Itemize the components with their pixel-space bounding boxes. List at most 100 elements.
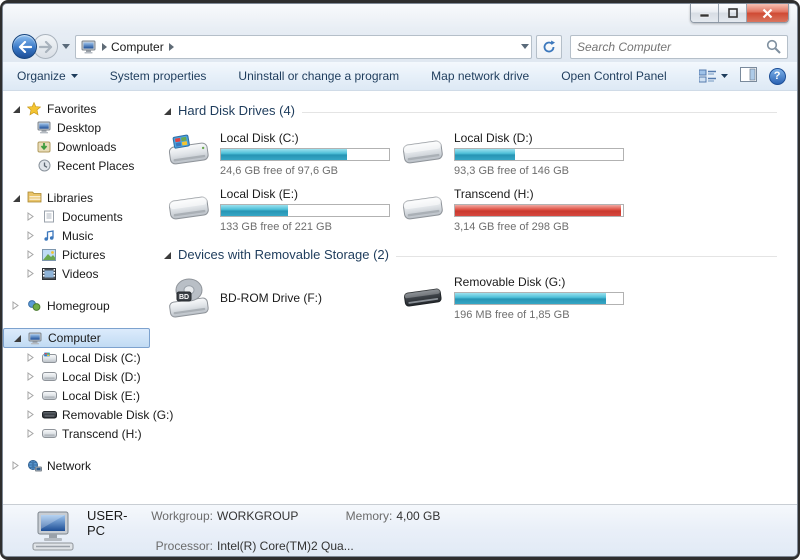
computer-icon — [32, 511, 74, 550]
system-properties-button[interactable]: System properties — [110, 69, 207, 83]
search-box — [570, 34, 788, 59]
workgroup-field: Workgroup: WORKGROUP — [143, 509, 298, 523]
address-bar[interactable]: Computer — [75, 34, 532, 59]
sidebar-item-label: Libraries — [47, 190, 94, 205]
expander-collapsed-icon[interactable] — [27, 410, 36, 419]
expander-collapsed-icon[interactable] — [27, 231, 36, 240]
preview-pane-icon — [739, 67, 757, 82]
section-rule — [395, 255, 777, 257]
expander-collapsed-icon[interactable] — [12, 301, 21, 310]
sidebar-item-removable-disk-g[interactable]: Removable Disk (G:) — [3, 405, 173, 424]
computer-name: USER-PC — [87, 508, 128, 538]
section-header-hard-disk-drives[interactable]: Hard Disk Drives (4) — [163, 103, 777, 118]
sidebar-item-recent-places[interactable]: Recent Places — [3, 156, 153, 175]
drive-item-local-disk-d[interactable]: Local Disk (D:) 93,3 GB free of 146 GB — [399, 130, 633, 177]
minimize-icon — [699, 13, 709, 17]
expander-collapsed-icon[interactable] — [27, 250, 36, 259]
section-header-removable-storage[interactable]: Devices with Removable Storage (2) — [163, 247, 777, 262]
drive-item-transcend-h[interactable]: Transcend (H:) 3,14 GB free of 298 GB — [399, 186, 633, 233]
sidebar-item-transcend-h[interactable]: Transcend (H:) — [3, 424, 153, 443]
capacity-bar-fill — [221, 205, 289, 216]
refresh-button[interactable] — [536, 34, 562, 59]
sidebar-item-label: Local Disk (E:) — [62, 388, 141, 403]
drive-capacity-caption: 24,6 GB free of 97,6 GB — [220, 165, 339, 177]
sidebar-item-local-disk-c[interactable]: Local Disk (C:) — [3, 348, 153, 367]
removable-drive-icon — [399, 274, 447, 318]
title-bar[interactable] — [3, 4, 797, 31]
sidebar-item-desktop[interactable]: Desktop — [3, 118, 153, 137]
close-icon — [762, 8, 773, 18]
sidebar-item-label: Pictures — [62, 247, 106, 262]
history-dropdown-icon[interactable] — [62, 44, 70, 49]
change-view-button[interactable] — [698, 69, 728, 84]
expander-expanded-icon[interactable] — [13, 334, 22, 342]
memory-value: 4,00 GB — [396, 509, 441, 523]
capacity-bar-fill — [455, 205, 622, 216]
expander-collapsed-icon[interactable] — [12, 461, 21, 470]
map-network-drive-button[interactable]: Map network drive — [431, 69, 529, 83]
sidebar-item-network[interactable]: Network — [3, 456, 153, 475]
capacity-bar — [454, 292, 624, 305]
sidebar-item-label: Local Disk (C:) — [62, 350, 141, 365]
sidebar-item-music[interactable]: Music — [3, 226, 153, 245]
sidebar-item-documents[interactable]: Documents — [3, 207, 153, 226]
expander-collapsed-icon[interactable] — [27, 429, 36, 438]
sidebar-item-label: Downloads — [57, 139, 117, 154]
expander-collapsed-icon[interactable] — [27, 269, 36, 278]
search-icon[interactable] — [766, 39, 781, 54]
breadcrumb-location[interactable]: Computer — [111, 40, 164, 54]
sidebar-item-favorites[interactable]: Favorites — [3, 99, 153, 118]
address-dropdown-icon[interactable] — [521, 44, 529, 49]
drive-name: Transcend (H:) — [454, 187, 534, 201]
minimize-button[interactable] — [691, 4, 719, 22]
sidebar-item-downloads[interactable]: Downloads — [3, 137, 153, 156]
sidebar-item-pictures[interactable]: Pictures — [3, 245, 153, 264]
expander-collapsed-icon[interactable] — [27, 391, 36, 400]
sidebar-item-videos[interactable]: Videos — [3, 264, 153, 283]
sidebar-item-libraries[interactable]: Libraries — [3, 188, 153, 207]
downloads-icon — [36, 139, 52, 154]
details-pane: USER-PC Workgroup: WORKGROUP Memory: 4,00 … — [3, 504, 797, 556]
sidebar-item-local-disk-d[interactable]: Local Disk (D:) — [3, 367, 153, 386]
memory-field: Memory: 4,00 GB — [334, 509, 441, 523]
sidebar-item-computer[interactable]: Computer — [3, 328, 150, 348]
preview-pane-button[interactable] — [739, 67, 757, 85]
favorites-star-icon — [26, 101, 42, 116]
drive-item-removable-disk-g[interactable]: Removable Disk (G:) 196 MB free of 1,85 … — [399, 274, 633, 321]
drive-item-local-disk-c[interactable]: Local Disk (C:) 24,6 GB free of 97,6 GB — [165, 130, 399, 177]
breadcrumb-chevron-icon[interactable] — [168, 42, 174, 51]
sidebar-item-label: Computer — [48, 331, 101, 345]
drive-name: Local Disk (E:) — [220, 187, 299, 201]
toolbar-item-label: System properties — [109, 69, 207, 83]
close-button[interactable] — [747, 4, 788, 22]
help-button[interactable]: ? — [768, 67, 786, 85]
expander-collapsed-icon[interactable] — [27, 212, 36, 221]
removable-drive-icon — [41, 407, 57, 422]
network-icon — [26, 458, 42, 473]
drive-item-bd-rom-f[interactable]: BD BD-ROM Drive (F:) — [165, 274, 399, 321]
sidebar-item-homegroup[interactable]: Homegroup — [3, 296, 153, 315]
toolbar-item-label: Uninstall or change a program — [238, 69, 400, 83]
expander-collapsed-icon[interactable] — [27, 353, 36, 362]
system-drive-icon — [165, 130, 213, 174]
sidebar-item-label: Favorites — [47, 101, 97, 116]
expander-collapsed-icon[interactable] — [27, 372, 36, 381]
back-button[interactable] — [12, 34, 37, 59]
maximize-button[interactable] — [719, 4, 747, 22]
search-input[interactable] — [577, 39, 766, 54]
drive-info: Removable Disk (G:) 196 MB free of 1,85 … — [454, 274, 626, 321]
open-control-panel-button[interactable]: Open Control Panel — [561, 69, 666, 83]
optical-drive-icon: BD — [165, 276, 213, 320]
libraries-icon — [26, 190, 42, 205]
organize-button[interactable]: Organize — [17, 69, 78, 83]
processor-label: Processor: — [155, 539, 213, 553]
uninstall-program-button[interactable]: Uninstall or change a program — [238, 69, 399, 83]
chevron-down-icon — [720, 74, 728, 78]
expander-expanded-icon[interactable] — [12, 194, 21, 202]
sidebar-item-local-disk-e[interactable]: Local Disk (E:) — [3, 386, 153, 405]
expander-expanded-icon[interactable] — [12, 105, 21, 113]
drive-capacity-caption: 93,3 GB free of 146 GB — [454, 165, 569, 177]
sidebar-item-label: Desktop — [57, 120, 102, 135]
items-view: Hard Disk Drives (4) Local Disk (C:) 24,… — [153, 91, 797, 504]
drive-item-local-disk-e[interactable]: Local Disk (E:) 133 GB free of 221 GB — [165, 186, 399, 233]
